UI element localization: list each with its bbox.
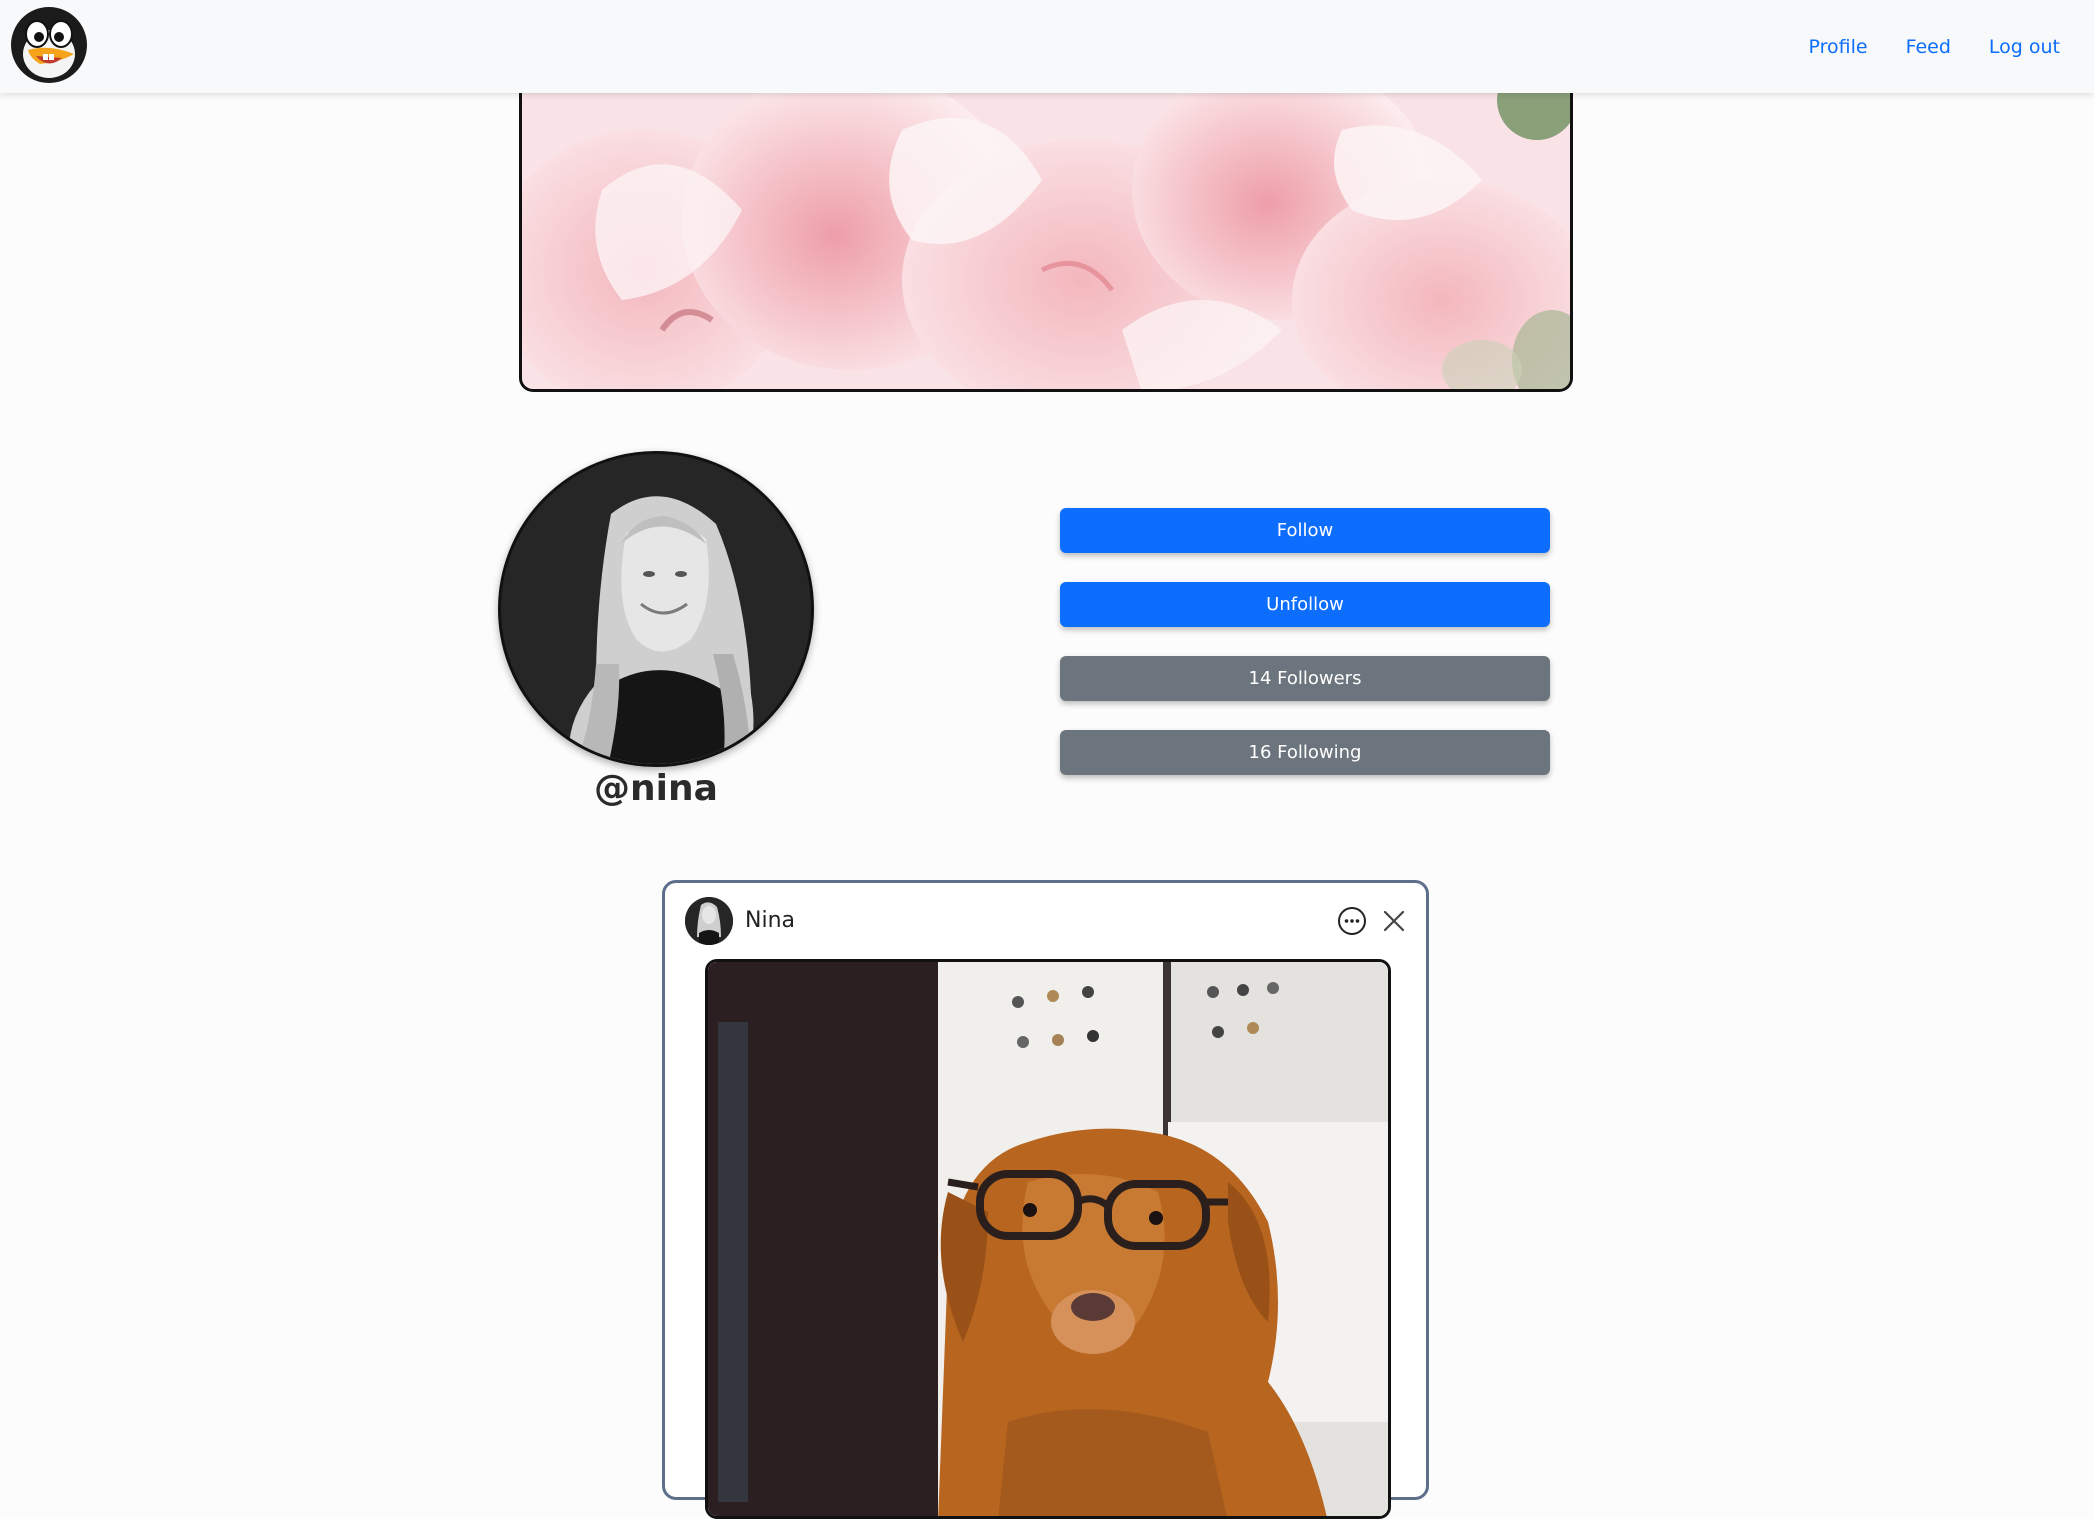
nav-link-profile[interactable]: Profile xyxy=(1808,36,1867,58)
post-author-name[interactable]: Nina xyxy=(745,908,795,933)
following-button[interactable]: 16 Following xyxy=(1060,730,1550,775)
nav-link-logout[interactable]: Log out xyxy=(1989,36,2060,58)
post-author-avatar[interactable] xyxy=(685,897,733,945)
cover-image xyxy=(519,70,1573,392)
nav-links: Profile Feed Log out xyxy=(1808,0,2060,93)
profile-handle: @nina xyxy=(594,768,718,809)
post-card: Nina xyxy=(662,880,1429,1519)
navbar: Profile Feed Log out xyxy=(0,0,2094,93)
penguin-logo-icon[interactable] xyxy=(10,6,88,84)
unfollow-button[interactable]: Unfollow xyxy=(1060,582,1550,627)
followers-button[interactable]: 14 Followers xyxy=(1060,656,1550,701)
follow-button[interactable]: Follow xyxy=(1060,508,1550,553)
post-image xyxy=(705,959,1391,1519)
ellipsis-circle-icon[interactable] xyxy=(1337,906,1367,936)
close-icon[interactable] xyxy=(1381,908,1407,934)
nav-link-feed[interactable]: Feed xyxy=(1906,36,1951,58)
profile-avatar xyxy=(498,451,814,767)
